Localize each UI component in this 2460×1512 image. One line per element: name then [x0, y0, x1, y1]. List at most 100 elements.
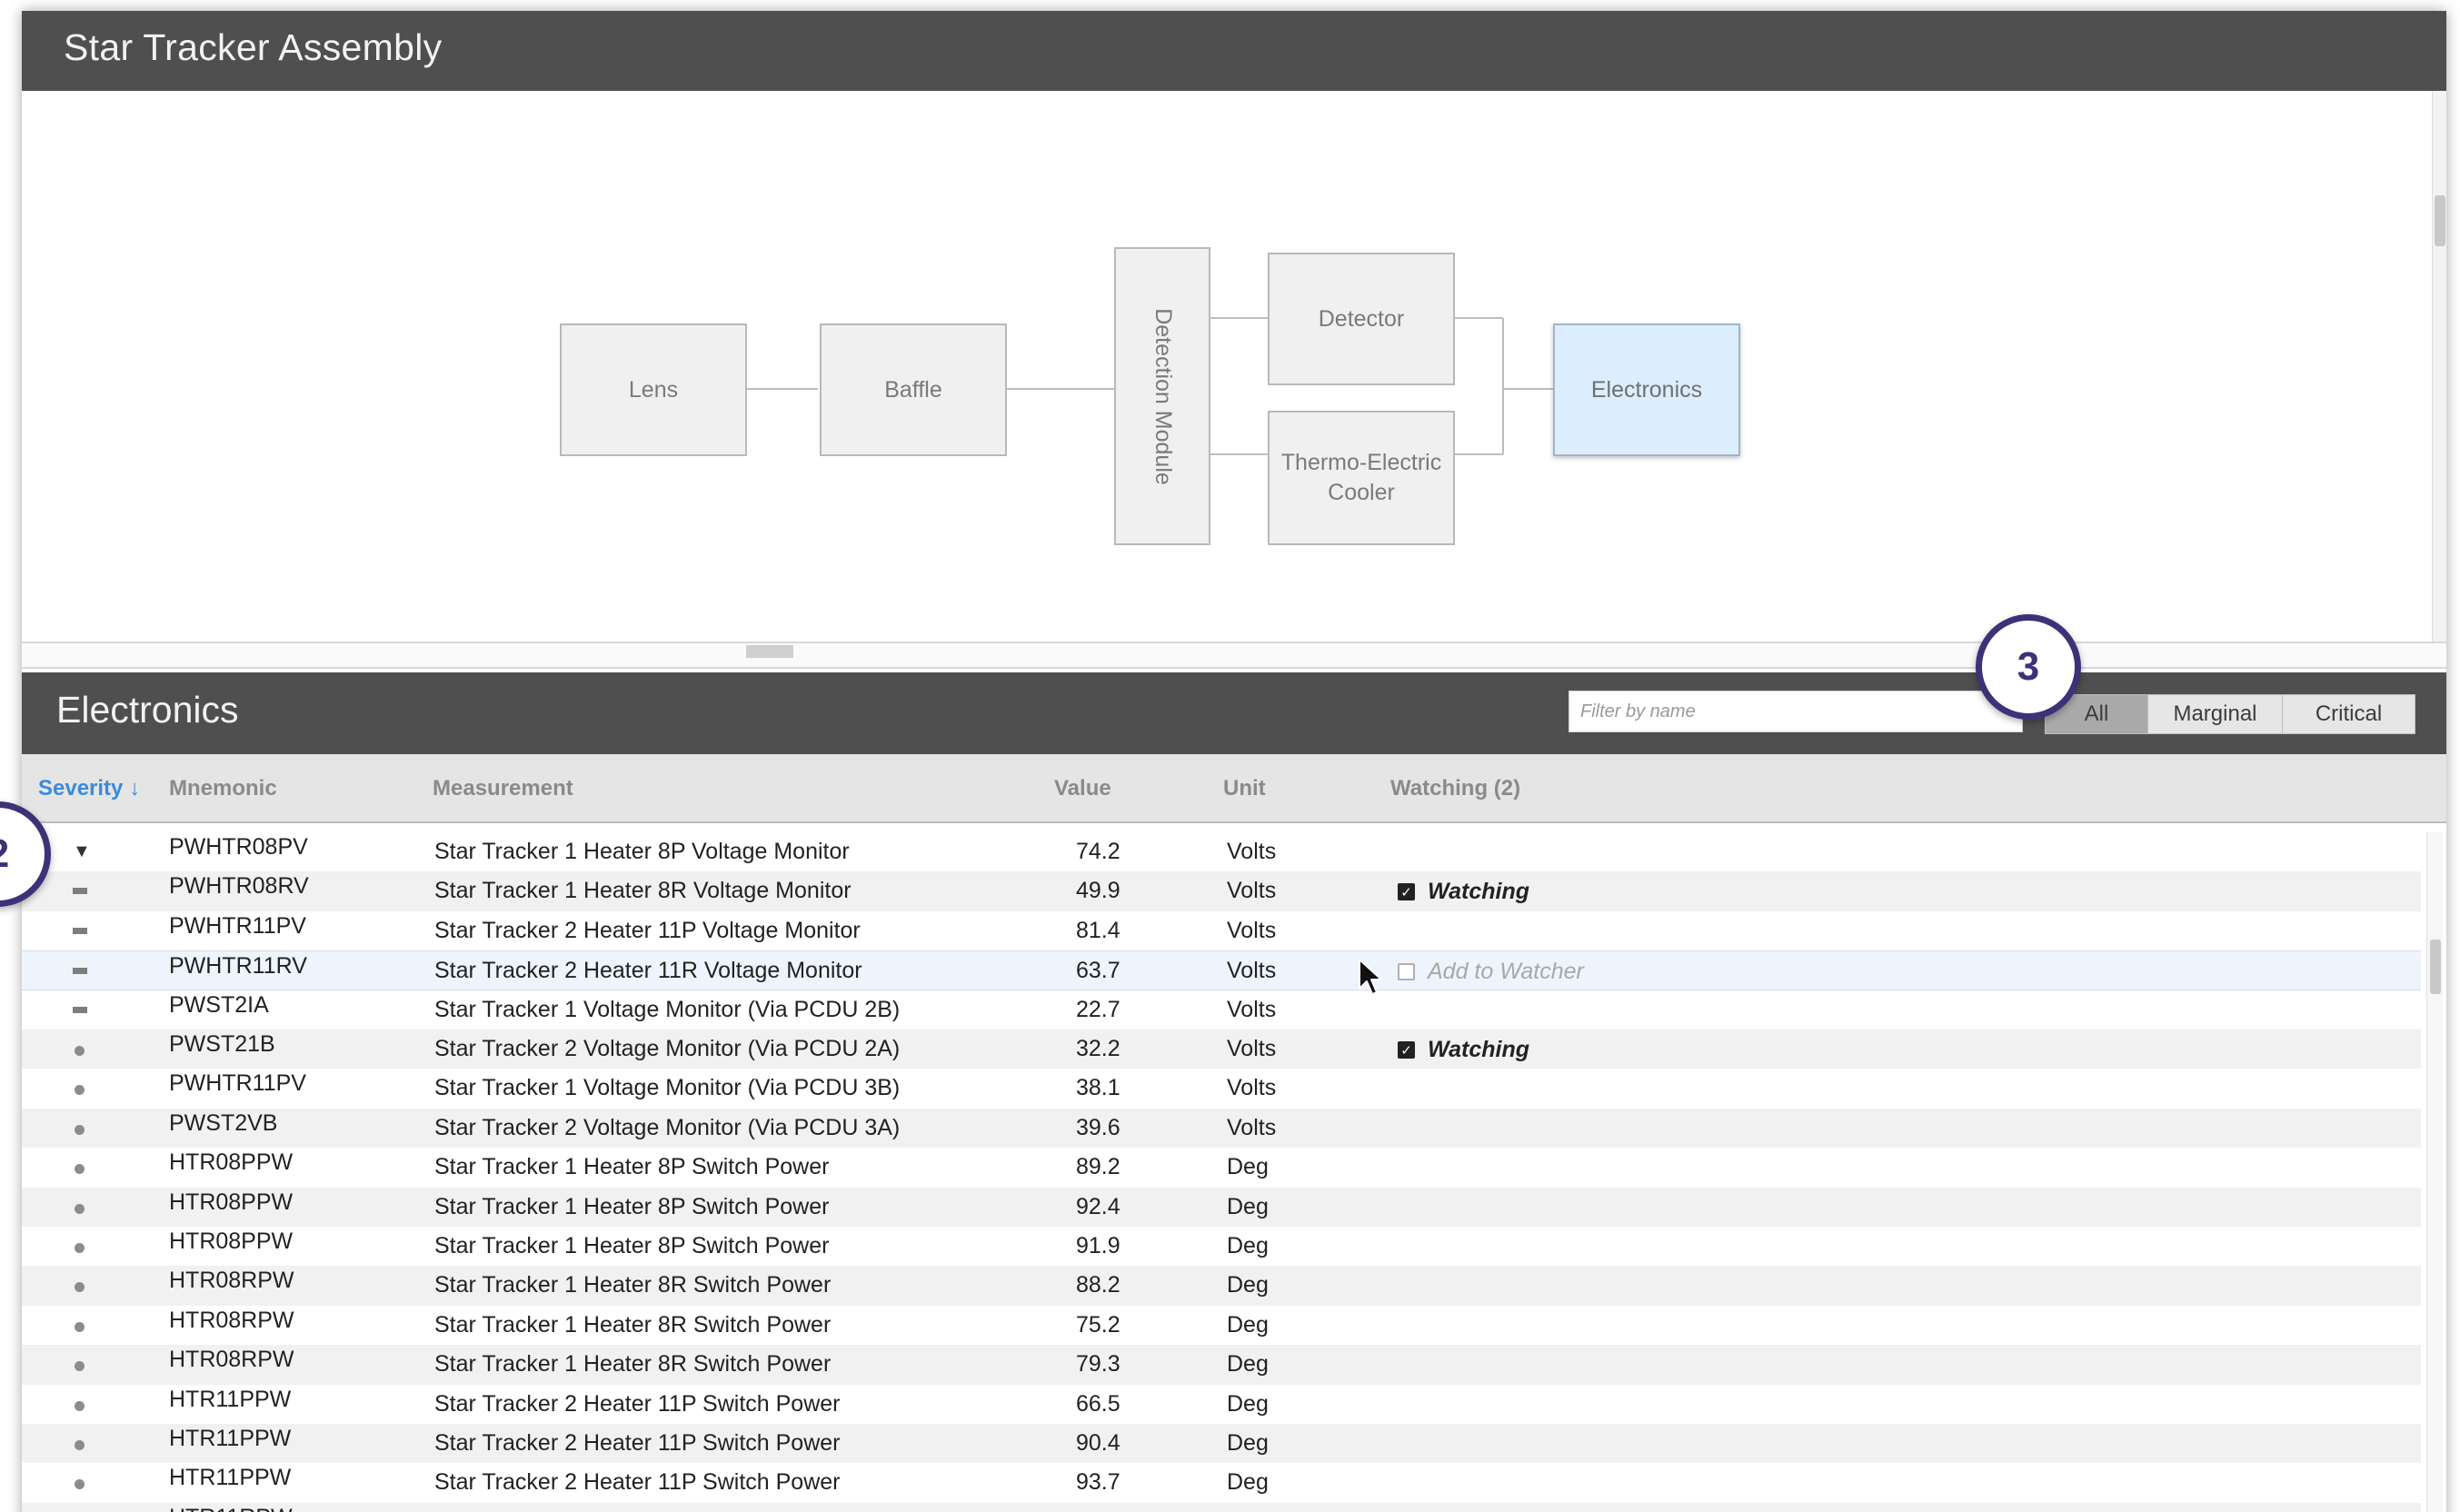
cell-unit: Deg — [1227, 1430, 1269, 1456]
table-vertical-scrollbar[interactable] — [2426, 832, 2443, 1512]
column-mnemonic[interactable]: Mnemonic — [169, 776, 277, 801]
cell-value: 92.4 — [1076, 1193, 1120, 1219]
telemetry-table: ▼ PWHTR08PV Star Tracker 1 Heater 8P Volta… — [22, 832, 2421, 1512]
cell-mnemonic: HTR11PPW — [169, 1386, 292, 1412]
block-electronics[interactable]: Electronics — [1553, 323, 1740, 456]
cell-value: 75.2 — [1076, 1311, 1120, 1338]
cell-value: 79.3 — [1076, 1351, 1120, 1378]
table-column-header: Severity ↓ Mnemonic Measurement Value Un… — [22, 754, 2446, 823]
column-severity[interactable]: Severity ↓ — [38, 776, 140, 801]
watching-toggle[interactable]: ✓ Watching — [1398, 879, 1529, 905]
table-row[interactable]: ▼ PWHTR08PV Star Tracker 1 Heater 8P Volta… — [22, 832, 2421, 872]
block-baffle[interactable]: Baffle — [820, 323, 1007, 456]
cell-unit: Deg — [1227, 1390, 1269, 1417]
cell-unit: Volts — [1227, 1114, 1277, 1140]
table-row[interactable]: PWHTR08RV Star Tracker 1 Heater 8R Voltag… — [22, 871, 2421, 911]
block-thermo-electric-cooler[interactable]: Thermo-Electric Cooler — [1268, 411, 1455, 545]
cell-mnemonic: HTR08PPW — [169, 1228, 294, 1254]
cell-measurement: Star Tracker 2 Voltage Monitor (Via PCDU… — [434, 1114, 901, 1140]
severity-nominal-icon — [75, 1203, 85, 1214]
table-row[interactable]: HTR08RPW Star Tracker 1 Heater 8R Switch … — [22, 1345, 2421, 1385]
block-detector[interactable]: Detector — [1268, 253, 1455, 385]
table-row[interactable]: HTR08RPW Star Tracker 1 Heater 8R Switch … — [22, 1266, 2421, 1306]
table-row[interactable]: PWST2VB Star Tracker 2 Voltage Monitor (V… — [22, 1108, 2421, 1149]
severity-marginal-icon — [73, 968, 87, 975]
cell-value: 74.2 — [1076, 839, 1120, 864]
filter-by-name-input[interactable] — [1569, 691, 2023, 732]
watch-label: Add to Watcher — [1428, 959, 1584, 985]
table-row[interactable]: HTR11PPW Star Tracker 2 Heater 11P Switch… — [22, 1463, 2421, 1503]
cell-measurement: Star Tracker 1 Heater 8R Voltage Monitor — [434, 878, 852, 904]
cell-unit: Volts — [1227, 839, 1277, 864]
cell-mnemonic: PWHTR11PV — [169, 912, 306, 939]
splitter-handle[interactable] — [746, 645, 793, 658]
mouse-pointer-icon — [1359, 959, 1382, 995]
checkbox-checked-icon[interactable]: ✓ — [1398, 1041, 1415, 1059]
block-detector-label: Detector — [1318, 305, 1405, 332]
cell-unit: Deg — [1227, 1272, 1269, 1298]
filter-critical-button[interactable]: Critical — [2283, 694, 2415, 734]
severity-nominal-icon — [75, 1479, 85, 1490]
panel-splitter[interactable] — [22, 642, 2446, 669]
block-baffle-label: Baffle — [884, 376, 942, 403]
column-measurement[interactable]: Measurement — [433, 776, 573, 801]
table-row[interactable]: HTR08RPW Star Tracker 1 Heater 8R Switch … — [22, 1305, 2421, 1346]
filter-marginal-button[interactable]: Marginal — [2148, 694, 2283, 734]
cell-unit: Deg — [1227, 1233, 1269, 1258]
cell-measurement: Star Tracker 2 Heater 11P Switch Power — [434, 1430, 841, 1456]
block-detection-module[interactable]: Detection Module — [1114, 247, 1210, 545]
table-scroll-thumb[interactable] — [2430, 940, 2441, 994]
annotation-badge-3: 3 — [1976, 614, 2081, 720]
cell-unit: Volts — [1227, 1075, 1277, 1101]
checkbox-empty-icon[interactable]: ✓ — [1398, 963, 1415, 981]
cell-measurement: Star Tracker 1 Heater 8P Switch Power — [434, 1193, 830, 1219]
cell-measurement: Star Tracker 1 Heater 8P Voltage Monitor — [434, 839, 850, 864]
severity-nominal-icon — [75, 1243, 85, 1253]
assembly-title: Star Tracker Assembly — [64, 26, 443, 68]
table-row[interactable]: PWST2IA Star Tracker 1 Voltage Monitor (V… — [22, 990, 2421, 1030]
cell-unit: Deg — [1227, 1469, 1269, 1496]
table-row[interactable]: HTR08PPW Star Tracker 1 Heater 8P Switch … — [22, 1187, 2421, 1227]
severity-marginal-icon — [73, 1006, 87, 1013]
column-value[interactable]: Value — [1054, 776, 1111, 801]
cell-unit: Deg — [1227, 1193, 1269, 1219]
add-to-watcher-toggle[interactable]: ✓ Add to Watcher — [1398, 959, 1584, 985]
assembly-header: Star Tracker Assembly — [22, 11, 2446, 91]
table-row[interactable]: PWHTR11PV Star Tracker 2 Heater 11P Volta… — [22, 910, 2421, 951]
checkbox-checked-icon[interactable]: ✓ — [1398, 883, 1415, 901]
cell-value: 63.7 — [1076, 958, 1120, 984]
severity-nominal-icon — [75, 1361, 85, 1372]
table-row[interactable]: HTR11RPWStar Tracker 2 Heater 11R Switch… — [22, 1502, 2421, 1512]
block-lens[interactable]: Lens — [560, 323, 747, 456]
cell-mnemonic: HTR08PPW — [169, 1149, 294, 1176]
cell-measurement: Star Tracker 1 Heater 8R Switch Power — [434, 1272, 832, 1298]
severity-nominal-icon — [75, 1440, 85, 1450]
cell-value: 89.2 — [1076, 1154, 1120, 1180]
table-row[interactable]: HTR11PPW Star Tracker 2 Heater 11P Switch… — [22, 1384, 2421, 1424]
diagram-scroll-thumb[interactable] — [2435, 195, 2445, 246]
block-electronics-label: Electronics — [1590, 376, 1703, 403]
cell-value: 81.4 — [1076, 917, 1120, 943]
table-row[interactable]: HTR08PPW Star Tracker 1 Heater 8P Switch … — [22, 1148, 2421, 1188]
cell-mnemonic: HTR11RPW — [169, 1505, 293, 1512]
severity-nominal-icon — [75, 1085, 85, 1096]
table-row[interactable]: PWHTR11PV Star Tracker 1 Voltage Monitor … — [22, 1069, 2421, 1109]
cell-value: 38.1 — [1076, 1075, 1120, 1101]
cell-measurement: Star Tracker 1 Voltage Monitor (Via PCDU… — [434, 1075, 901, 1101]
cell-measurement: Star Tracker 1 Voltage Monitor (Via PCDU… — [434, 996, 901, 1022]
table-row[interactable]: HTR11PPW Star Tracker 2 Heater 11P Switch… — [22, 1424, 2421, 1464]
severity-nominal-icon — [75, 1321, 85, 1332]
cell-measurement: Star Tracker 2 Heater 11R Voltage Monito… — [434, 958, 862, 984]
diagram-vertical-scrollbar[interactable] — [2432, 91, 2446, 647]
cell-measurement: Star Tracker 2 Heater 11P Switch Power — [434, 1469, 841, 1496]
table-row[interactable]: PWHTR11RV Star Tracker 2 Heater 11R Volta… — [22, 950, 2421, 990]
cell-mnemonic: HTR08PPW — [169, 1189, 294, 1215]
watching-toggle[interactable]: ✓ Watching — [1398, 1037, 1529, 1063]
table-row[interactable]: HTR08PPW Star Tracker 1 Heater 8P Switch … — [22, 1227, 2421, 1267]
column-unit[interactable]: Unit — [1223, 776, 1266, 801]
severity-nominal-icon — [75, 1400, 85, 1411]
cell-value: 39.6 — [1076, 1114, 1120, 1140]
table-row[interactable]: PWST21B Star Tracker 2 Voltage Monitor (V… — [22, 1030, 2421, 1069]
cell-value: 32.2 — [1076, 1036, 1120, 1061]
column-watching[interactable]: Watching (2) — [1390, 776, 1520, 801]
